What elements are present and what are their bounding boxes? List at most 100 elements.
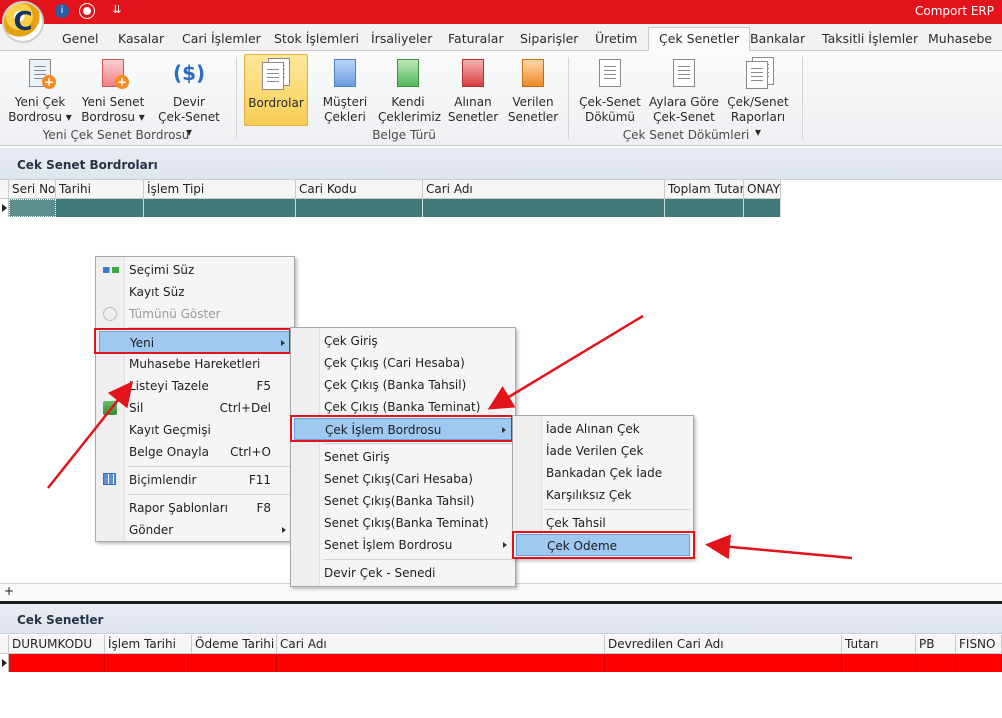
col-tutari[interactable]: Tutarı: [842, 635, 916, 654]
menu-item-bicimlendir[interactable]: Biçimlendir F11: [99, 469, 291, 491]
tab-faturalar[interactable]: Faturalar: [438, 28, 514, 51]
col-islem-tipi[interactable]: İşlem Tipi: [144, 180, 296, 199]
menu-item-cek-cikis-banka-teminat[interactable]: Çek Çıkış (Banka Teminat): [294, 396, 512, 418]
table-cell[interactable]: [277, 654, 605, 672]
col-tarihi[interactable]: Tarihi: [56, 180, 144, 199]
cek-senetler-panel-header: Cek Senetler: [0, 604, 1002, 634]
tab-muhasebe[interactable]: Muhasebe: [918, 28, 1002, 51]
app-logo[interactable]: C: [2, 1, 44, 43]
table-cell[interactable]: [105, 654, 192, 672]
col-seri-no[interactable]: Seri No: [9, 180, 56, 199]
table-cell[interactable]: [916, 654, 956, 672]
tab-cek-senetler[interactable]: Çek Senetler: [648, 27, 751, 52]
table-row[interactable]: [0, 199, 781, 217]
menu-item-cek-islem-bordrosu[interactable]: Çek İşlem Bordrosu: [294, 418, 512, 440]
expand-plus-icon[interactable]: +: [4, 584, 14, 598]
col-odeme-tarihi[interactable]: Ödeme Tarihi: [192, 635, 277, 654]
menu-item-yeni[interactable]: Yeni: [99, 331, 291, 353]
yeni-cek-bordrosu-button[interactable]: + Yeni Çek Bordrosu ▾: [8, 57, 72, 125]
menu-item-devir-cek-senedi[interactable]: Devir Çek - Senedi: [294, 562, 512, 584]
table-cell[interactable]: [842, 654, 916, 672]
table-cell[interactable]: [144, 199, 296, 217]
col-durumkodu[interactable]: DURUMKODU: [9, 635, 105, 654]
menu-item-gonder[interactable]: Gönder: [99, 519, 291, 541]
tab-kasalar[interactable]: Kasalar: [108, 28, 174, 51]
menu-item-senet-cikis-banka-teminat[interactable]: Senet Çıkış(Banka Teminat): [294, 512, 512, 534]
table-cell[interactable]: [192, 654, 277, 672]
menu-item-sil[interactable]: Sil Ctrl+Del: [99, 397, 291, 419]
pin-icon[interactable]: ⇊: [110, 3, 124, 17]
format-grid-icon: [103, 473, 116, 485]
menu-item-iade-verilen-cek[interactable]: İade Verilen Çek: [516, 440, 690, 462]
row-indicator-header: [0, 180, 9, 199]
tab-taksitli-islemler[interactable]: Taksitli İşlemler: [812, 28, 928, 51]
menu-item-belge-onayla[interactable]: Belge Onayla Ctrl+O: [99, 441, 291, 463]
tab-siparisler[interactable]: Siparişler: [510, 28, 588, 51]
table-cell[interactable]: [56, 199, 144, 217]
menu-separator: [545, 509, 690, 510]
menu-item-senet-cikis-banka-tahsil[interactable]: Senet Çıkış(Banka Tahsil): [294, 490, 512, 512]
menu-item-senet-giris[interactable]: Senet Giriş: [294, 446, 512, 468]
musteri-cekleri-button[interactable]: Müşteri Çekleri: [318, 57, 372, 125]
group-separator: [236, 57, 237, 139]
info-icon[interactable]: i: [55, 4, 69, 18]
col-cari-adi[interactable]: Cari Adı: [423, 180, 665, 199]
col-onay[interactable]: ONAY: [744, 180, 781, 199]
menu-item-cek-odeme[interactable]: Çek Odeme: [516, 534, 690, 556]
tab-stok-islemleri[interactable]: Stok İşlemleri: [264, 28, 369, 51]
arrow-to-cek-odeme: [705, 534, 853, 560]
group-label-belge-turu: Belge Türü: [372, 128, 436, 142]
table-cell[interactable]: [9, 199, 56, 217]
table-cell[interactable]: [744, 199, 781, 217]
menu-separator: [128, 327, 291, 328]
kendi-ceklerimiz-button[interactable]: Kendi Çeklerimiz: [378, 57, 441, 125]
col-devredilen-cari-adi[interactable]: Devredilen Cari Adı: [605, 635, 842, 654]
menu-item-bankadan-cek-iade[interactable]: Bankadan Çek İade: [516, 462, 690, 484]
menu-item-karsiliksiz-cek[interactable]: Karşılıksız Çek: [516, 484, 690, 506]
col-fisno[interactable]: FISNO: [956, 635, 1002, 654]
aylara-gore-cek-senet-button[interactable]: Aylara Göre Çek-Senet: [648, 57, 720, 125]
menu-item-cek-giris[interactable]: Çek Giriş: [294, 330, 512, 352]
verilen-senetler-button[interactable]: Verilen Senetler: [506, 57, 560, 125]
bordrolar-button[interactable]: Bordrolar: [244, 54, 308, 126]
menu-item-senet-islem-bordrosu[interactable]: Senet İşlem Bordrosu: [294, 534, 512, 556]
tab-uretim[interactable]: Üretim: [585, 28, 647, 51]
table-cell[interactable]: [296, 199, 423, 217]
submenu-arrow-icon: [281, 340, 285, 346]
table-cell[interactable]: [9, 654, 105, 672]
tab-genel[interactable]: Genel: [52, 28, 108, 51]
col-islem-tarihi[interactable]: İşlem Tarihi: [105, 635, 192, 654]
table-row[interactable]: [0, 654, 1002, 672]
menu-item-senet-cikis-cari[interactable]: Senet Çıkış(Cari Hesaba): [294, 468, 512, 490]
menu-item-kayit-suz[interactable]: Kayıt Süz: [99, 281, 291, 303]
green-doc-icon: [392, 57, 424, 89]
table-cell[interactable]: [665, 199, 744, 217]
cek-senet-dokumu-button[interactable]: Çek-Senet Dökümü: [578, 57, 642, 125]
tab-cari-islemler[interactable]: Cari İşlemler: [172, 28, 271, 51]
menu-item-muhasebe-hareketleri[interactable]: Muhasebe Hareketleri: [99, 353, 291, 375]
tab-irsaliyeler[interactable]: İrsaliyeler: [361, 28, 442, 51]
table-cell[interactable]: [605, 654, 842, 672]
menu-item-listeyi-tazele[interactable]: Listeyi Tazele F5: [99, 375, 291, 397]
col-cari-adi[interactable]: Cari Adı: [277, 635, 605, 654]
table-cell[interactable]: [423, 199, 665, 217]
menu-item-rapor-sablonlari[interactable]: Rapor Şablonları F8: [99, 497, 291, 519]
menu-item-cek-cikis-cari[interactable]: Çek Çıkış (Cari Hesaba): [294, 352, 512, 374]
col-pb[interactable]: PB: [916, 635, 956, 654]
table-cell[interactable]: [956, 654, 1002, 672]
menu-item-kayit-gecmisi[interactable]: Kayıt Geçmişi: [99, 419, 291, 441]
new-check-doc-icon: +: [24, 57, 56, 89]
alinan-senetler-button[interactable]: Alınan Senetler: [446, 57, 500, 125]
menu-item-secimi-suz[interactable]: Seçimi Süz: [99, 259, 291, 281]
menu-item-cek-tahsil[interactable]: Çek Tahsil: [516, 512, 690, 534]
help-ring-icon[interactable]: [80, 4, 94, 18]
col-cari-kodu[interactable]: Cari Kodu: [296, 180, 423, 199]
menu-item-cek-cikis-banka-tahsil[interactable]: Çek Çıkış (Banka Tahsil): [294, 374, 512, 396]
menu-item-iade-alinan-cek[interactable]: İade Alınan Çek: [516, 418, 690, 440]
col-toplam-tutar[interactable]: Toplam Tutar: [665, 180, 744, 199]
blue-doc-icon: [329, 57, 361, 89]
show-all-icon: [103, 307, 117, 321]
tab-bankalar[interactable]: Bankalar: [740, 28, 815, 51]
current-row-indicator: [0, 199, 9, 217]
yeni-senet-bordrosu-button[interactable]: + Yeni Senet Bordrosu ▾: [80, 57, 146, 125]
